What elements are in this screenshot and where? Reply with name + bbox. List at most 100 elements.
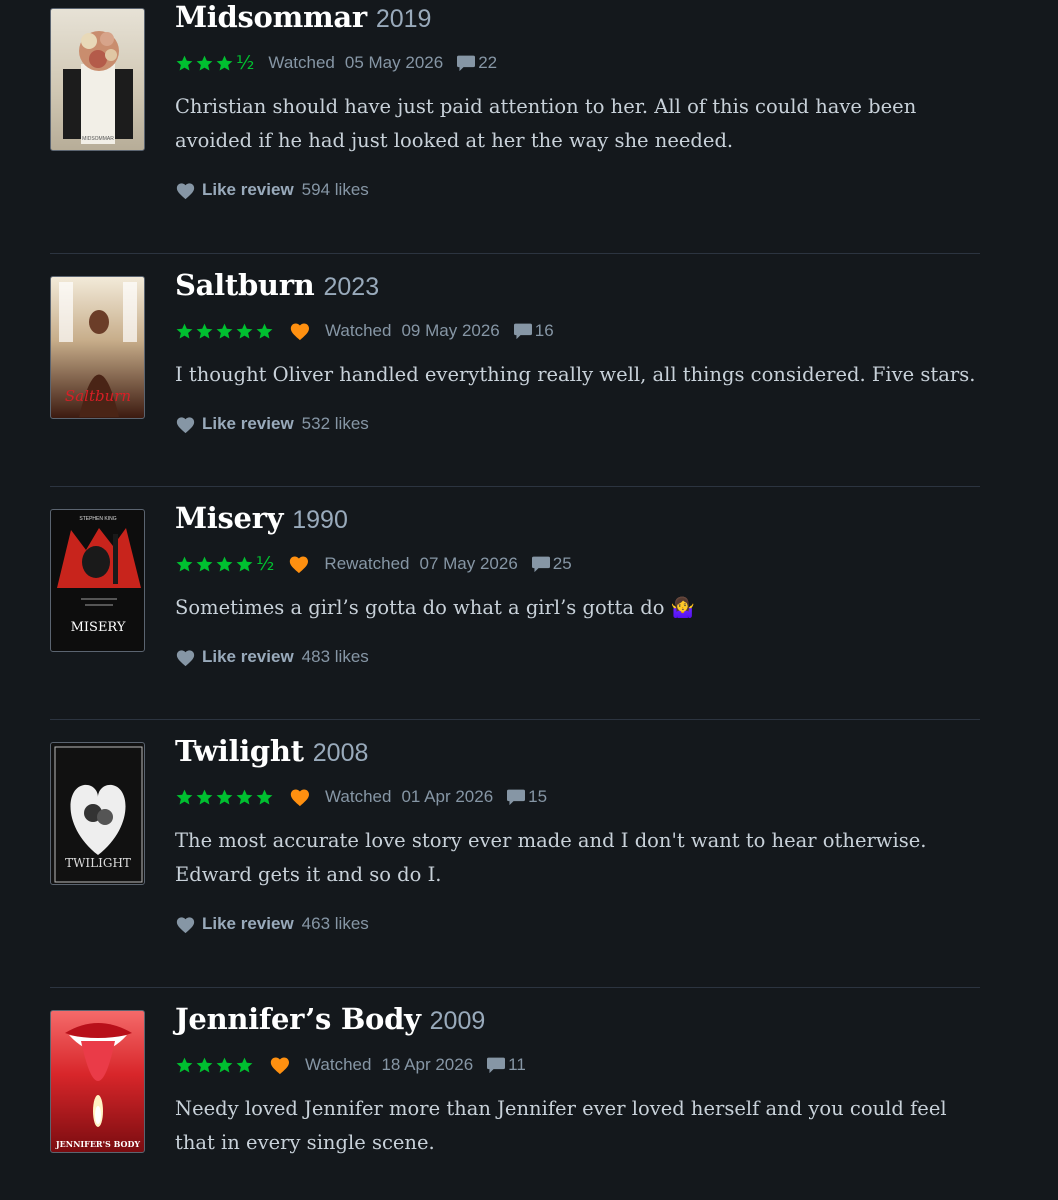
comment-icon	[457, 55, 476, 72]
watch-status: Watched	[268, 53, 335, 72]
review-item: STEPHEN KING MISERY Misery 1990 ½ Rewatc…	[50, 501, 980, 720]
film-year[interactable]: 2008	[313, 739, 369, 768]
comment-icon	[507, 789, 526, 806]
star-icon	[176, 556, 193, 572]
film-year[interactable]: 2023	[323, 273, 379, 302]
comments-link[interactable]: 16	[513, 321, 554, 341]
star-icon	[236, 1057, 253, 1073]
review-item: JENNIFER'S BODY Jennifer’s Body 2009 Wat…	[50, 1002, 980, 1200]
like-review-button[interactable]: Like review	[202, 180, 294, 200]
review-item: MIDSOMMAR Midsommar 2019 ½ Watched 05 Ma…	[50, 0, 980, 254]
film-poster[interactable]: MIDSOMMAR	[50, 8, 145, 151]
watch-status: Watched	[305, 1055, 372, 1074]
review-text: Sometimes a girl’s gotta do what a girl’…	[175, 596, 695, 619]
star-icon	[236, 323, 253, 339]
poster-author: STEPHEN KING	[79, 516, 116, 522]
likes-count[interactable]: 483 likes	[302, 647, 369, 667]
review-text: The most accurate love story ever made a…	[175, 829, 927, 886]
like-review-button[interactable]: Like review	[202, 414, 294, 434]
comment-count: 25	[552, 554, 572, 573]
star-icon	[256, 789, 273, 805]
poster-text: JENNIFER'S BODY	[55, 1139, 141, 1149]
film-poster[interactable]: Saltburn	[50, 276, 145, 419]
star-icon	[216, 556, 233, 572]
liked-heart-icon	[269, 1055, 291, 1075]
star-icon	[176, 1057, 193, 1073]
star-icon	[216, 323, 233, 339]
star-icon	[176, 323, 193, 339]
film-year[interactable]: 2009	[430, 1007, 486, 1036]
comment-icon	[487, 1057, 506, 1074]
review-text: Needy loved Jennifer more than Jennifer …	[175, 1097, 947, 1154]
watch-date[interactable]: 01 Apr 2026	[401, 787, 493, 807]
like-review-button[interactable]: Like review	[202, 914, 294, 934]
poster-text: TWILIGHT	[65, 856, 131, 870]
liked-heart-icon	[289, 787, 311, 807]
watch-date[interactable]: 05 May 2026	[345, 53, 443, 73]
watch-status: Watched	[325, 787, 392, 806]
watch-status: Rewatched	[324, 554, 410, 573]
star-rating: ½	[175, 553, 274, 575]
star-rating	[175, 1056, 255, 1075]
film-poster[interactable]: STEPHEN KING MISERY	[50, 509, 145, 652]
watch-date[interactable]: 18 Apr 2026	[381, 1055, 473, 1075]
star-icon	[256, 323, 273, 339]
half-star-icon: ½	[256, 553, 275, 575]
poster-text: MISERY	[71, 620, 126, 635]
comments-link[interactable]: 25	[531, 554, 572, 574]
comments-link[interactable]: 22	[456, 53, 497, 73]
star-rating	[175, 322, 275, 341]
star-icon	[196, 55, 213, 71]
comment-count: 11	[508, 1055, 526, 1074]
star-icon	[196, 556, 213, 572]
comment-count: 15	[528, 787, 548, 806]
star-icon	[216, 789, 233, 805]
star-icon	[216, 1057, 233, 1073]
comment-icon	[531, 556, 550, 573]
likes-count[interactable]: 532 likes	[302, 414, 369, 434]
comments-link[interactable]: 15	[506, 787, 547, 807]
star-icon	[196, 789, 213, 805]
star-icon	[196, 1057, 213, 1073]
review-text: Christian should have just paid attentio…	[175, 95, 917, 152]
heart-icon[interactable]	[175, 181, 196, 200]
heart-icon[interactable]	[175, 915, 196, 934]
liked-heart-icon	[288, 554, 310, 574]
review-text: I thought Oliver handled everything real…	[175, 363, 976, 386]
likes-count[interactable]: 594 likes	[302, 180, 369, 200]
film-title[interactable]: Midsommar	[175, 0, 367, 34]
half-star-icon: ½	[236, 52, 255, 74]
watch-date[interactable]: 09 May 2026	[401, 321, 499, 341]
star-icon	[216, 55, 233, 71]
review-list: MIDSOMMAR Midsommar 2019 ½ Watched 05 Ma…	[0, 0, 1058, 1200]
watch-status: Watched	[325, 321, 392, 340]
watch-date[interactable]: 07 May 2026	[419, 554, 517, 574]
liked-heart-icon	[289, 321, 311, 341]
heart-icon[interactable]	[175, 648, 196, 667]
film-year[interactable]: 1990	[292, 506, 348, 535]
divider	[50, 486, 980, 487]
divider	[50, 719, 980, 720]
divider	[50, 253, 980, 254]
film-year[interactable]: 2019	[376, 5, 432, 34]
comment-count: 22	[478, 53, 498, 72]
star-rating: ½	[175, 52, 254, 74]
star-rating	[175, 788, 275, 807]
film-poster[interactable]: JENNIFER'S BODY	[50, 1010, 145, 1153]
comment-icon	[513, 323, 532, 340]
film-title[interactable]: Saltburn	[175, 268, 315, 302]
likes-count[interactable]: 463 likes	[302, 914, 369, 934]
like-review-button[interactable]: Like review	[202, 647, 294, 667]
comments-link[interactable]: 11	[486, 1055, 526, 1075]
heart-icon[interactable]	[175, 415, 196, 434]
comment-count: 16	[534, 321, 554, 340]
review-item: TWILIGHT Twilight 2008 Watched 01 Apr 20…	[50, 734, 980, 988]
poster-text: Saltburn	[65, 387, 131, 405]
star-icon	[176, 55, 193, 71]
film-poster[interactable]: TWILIGHT	[50, 742, 145, 885]
film-title[interactable]: Jennifer’s Body	[175, 1002, 421, 1036]
film-title[interactable]: Misery	[175, 501, 284, 535]
review-item: Saltburn Saltburn 2023 Watched 09 May 20…	[50, 268, 980, 487]
film-title[interactable]: Twilight	[175, 734, 304, 768]
poster-text: MIDSOMMAR	[82, 136, 114, 142]
